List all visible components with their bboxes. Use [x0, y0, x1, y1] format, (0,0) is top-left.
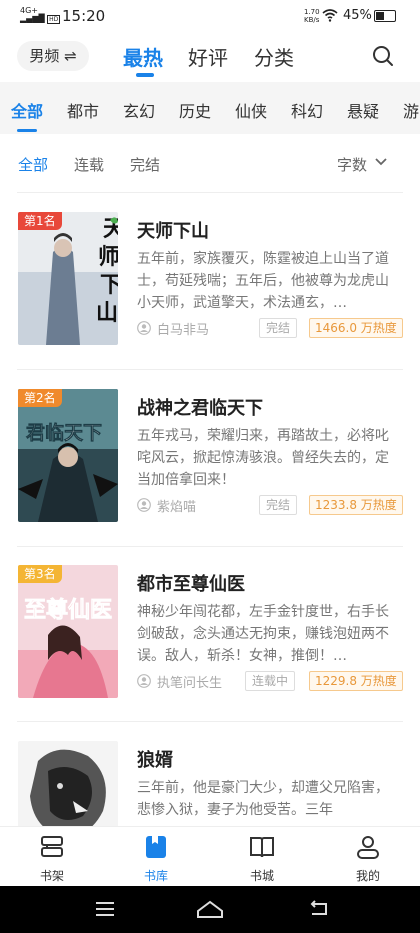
rank-badge: 第1名 [18, 212, 62, 230]
nav-library[interactable]: 书库 [126, 833, 186, 884]
tab-top-rated[interactable]: 好评 [188, 42, 228, 71]
filter-completed[interactable]: 完结 [130, 154, 160, 175]
book-title[interactable]: 都市至尊仙医 [137, 570, 245, 596]
book-list-item[interactable]: 天 师 下 山 第1名 天师下山 五年前，家族覆灭，陈霆被迫上山当了道士，苟延残… [0, 212, 420, 382]
system-navigation-bar [0, 886, 420, 933]
bottom-navigation: 书架 书库 书城 我的 [0, 826, 420, 887]
filter-all[interactable]: 全部 [18, 154, 48, 175]
network-indicator: 4G+ ▂▄▆█ HD [20, 6, 61, 24]
author-icon [137, 321, 151, 335]
menu-icon[interactable] [94, 900, 116, 918]
nav-label: 书架 [39, 869, 64, 883]
divider [17, 369, 403, 370]
gender-switch-button[interactable]: 男频 ⇌ [17, 41, 89, 71]
filter-bar: 全部 连载 完结 字数 [0, 140, 420, 188]
category-all[interactable]: 全部 [11, 98, 43, 122]
book-description: 五年戎马，荣耀归来，再踏故土，必将叱咤风云，掀起惊涛骇浪。曾经失去的，定当加倍拿… [137, 428, 389, 488]
book-author: 紫焰喵 [157, 500, 197, 515]
back-icon[interactable] [308, 900, 330, 918]
status-badge: 连载中 [245, 671, 296, 691]
clock: 15:20 [62, 7, 106, 25]
battery-percent: 45% [343, 8, 372, 23]
book-cover[interactable]: 天 师 下 山 [18, 212, 118, 345]
nav-bookstore[interactable]: 书城 [232, 833, 292, 884]
book-cover[interactable]: 君临天下 [18, 389, 118, 522]
book-list-item[interactable]: 君临天下 第2名 战神之君临天下 五年戎马，荣耀归来，再踏故土，必将叱咤风云，掀… [0, 389, 420, 559]
heat-badge: 1466.0 万热度 [309, 318, 403, 338]
book-title[interactable]: 天师下山 [137, 217, 209, 243]
bookshelf-icon [41, 836, 63, 857]
svg-text:师: 师 [98, 244, 118, 270]
active-tab-indicator [136, 73, 154, 77]
category-scifi[interactable]: 科幻 [291, 98, 323, 122]
book-title[interactable]: 战神之君临天下 [137, 394, 263, 420]
svg-text:山: 山 [96, 300, 118, 326]
category-history[interactable]: 历史 [179, 98, 211, 122]
nav-bookshelf[interactable]: 书架 [22, 833, 82, 884]
filter-ongoing[interactable]: 连载 [74, 154, 104, 175]
book-description: 神秘少年闯花都，左手金针度世，右手长剑破敌，念头通达无拘束，赚钱泡妞两不误。敌人… [137, 604, 389, 664]
book-title[interactable]: 狼婿 [137, 746, 173, 772]
book-description: 五年前，家族覆灭，陈霆被迫上山当了道士，苟延残喘；五年后，他被尊为龙虎山小天师，… [137, 251, 389, 311]
book-cover[interactable]: 至尊仙医 [18, 565, 118, 698]
sort-dropdown[interactable]: 字数 [337, 154, 367, 175]
category-fantasy[interactable]: 玄幻 [123, 98, 155, 122]
book-cover[interactable] [18, 741, 118, 826]
wifi-icon [322, 8, 338, 26]
svg-text:至尊仙医: 至尊仙医 [24, 597, 112, 623]
author-icon [137, 498, 151, 512]
tab-categories[interactable]: 分类 [254, 42, 294, 71]
rank-badge: 第3名 [18, 565, 62, 583]
book-list-item[interactable]: 狼婿 三年前，他是豪门大少，却遭父兄陷害，悲惨入狱，妻子为他受苦。三年 [0, 741, 420, 826]
category-urban[interactable]: 都市 [67, 98, 99, 122]
nav-label: 书库 [143, 869, 168, 883]
status-bar: 4G+ ▂▄▆█ HD 15:20 1.70 KB/s 45% [0, 0, 420, 32]
book-author: 白马非马 [157, 323, 210, 338]
net-speed: 1.70 KB/s [304, 8, 320, 24]
category-xianxia[interactable]: 仙侠 [235, 98, 267, 122]
swap-icon: ⇌ [64, 47, 77, 65]
divider [17, 192, 403, 193]
book-description: 三年前，他是豪门大少，却遭父兄陷害，悲惨入狱，妻子为他受苦。三年 [137, 780, 389, 818]
category-mystery[interactable]: 悬疑 [347, 98, 379, 122]
profile-icon [357, 836, 379, 859]
svg-text:君临天下: 君临天下 [26, 421, 102, 444]
book-list-item[interactable]: 至尊仙医 第3名 都市至尊仙医 神秘少年闯花都，左手金针度世，右手长剑破敌，念头… [0, 565, 420, 735]
svg-text:下: 下 [100, 272, 118, 298]
battery-icon [374, 10, 396, 22]
category-games[interactable]: 游 [403, 98, 419, 122]
heat-badge: 1229.8 万热度 [309, 671, 403, 691]
divider [17, 721, 403, 722]
chevron-down-icon[interactable] [374, 157, 388, 167]
nav-profile[interactable]: 我的 [338, 833, 398, 884]
status-badge: 完结 [259, 495, 298, 515]
tab-hottest[interactable]: 最热 [123, 42, 163, 71]
nav-label: 我的 [355, 869, 380, 883]
active-category-indicator [17, 129, 37, 132]
top-bar: 男频 ⇌ 最热 好评 分类 [0, 32, 420, 80]
author-icon [137, 674, 151, 688]
gender-label: 男频 [29, 47, 60, 65]
heat-badge: 1233.8 万热度 [309, 495, 403, 515]
search-icon[interactable] [372, 45, 394, 67]
book-author: 执笔问长生 [157, 676, 223, 691]
home-icon[interactable] [196, 899, 224, 919]
nav-label: 书城 [249, 869, 274, 883]
open-book-icon [250, 837, 274, 858]
divider [17, 546, 403, 547]
category-bar: 全部 都市 玄幻 历史 仙侠 科幻 悬疑 游 [0, 82, 420, 134]
status-badge: 完结 [259, 318, 298, 338]
library-icon [146, 836, 166, 858]
rank-badge: 第2名 [18, 389, 62, 407]
